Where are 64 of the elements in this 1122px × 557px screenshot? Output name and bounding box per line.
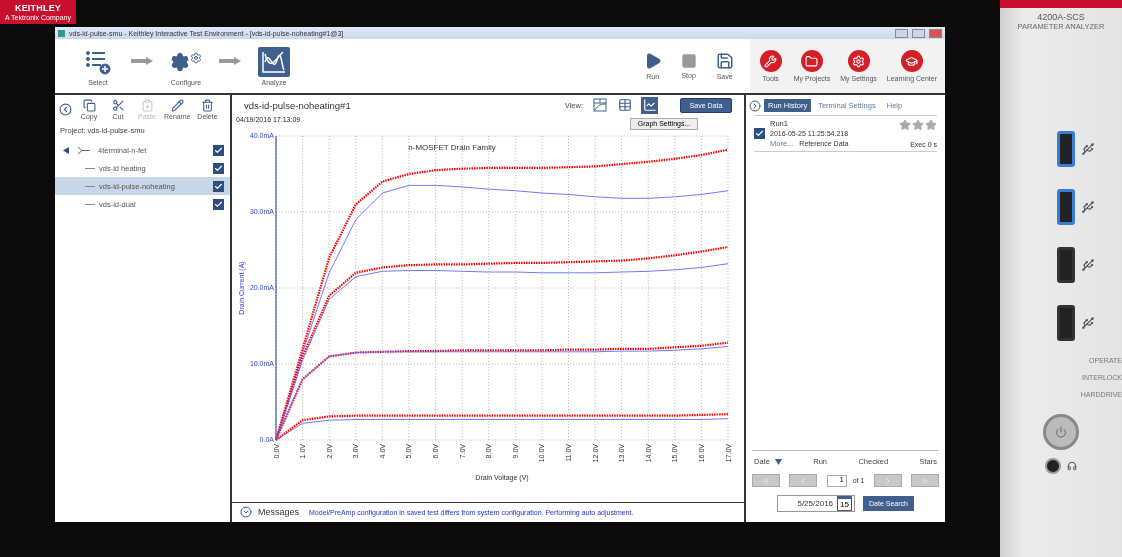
expanded-triangle-icon[interactable]	[63, 146, 70, 154]
maximize-button[interactable]	[912, 28, 925, 38]
star-icon[interactable]	[925, 119, 937, 131]
usb-port	[1057, 247, 1075, 283]
tree-branch-line	[85, 185, 95, 187]
view-button[interactable]	[641, 96, 658, 114]
fork-icon	[76, 145, 90, 155]
calendar-button[interactable]: 15	[837, 496, 853, 511]
step-arrow-icon	[131, 57, 153, 65]
headphone-jack	[1045, 458, 1061, 474]
pencil-icon	[170, 99, 184, 112]
usb-icon	[1081, 200, 1095, 214]
star-icon[interactable]	[899, 119, 911, 131]
next-page-button[interactable]	[873, 474, 902, 487]
logo-text: KEITHLEY	[14, 2, 62, 13]
minimize-button[interactable]	[895, 28, 908, 38]
power-button[interactable]	[1043, 414, 1079, 450]
line-chart-icon	[642, 98, 657, 113]
close-button[interactable]	[929, 28, 942, 38]
tree-branch-line	[85, 167, 95, 169]
usb-icon	[1081, 258, 1095, 272]
checkbox[interactable]	[213, 198, 224, 210]
usb-port	[1057, 189, 1075, 225]
usb-icon	[1081, 142, 1095, 156]
table-icon	[617, 98, 632, 113]
usb-port	[1057, 305, 1075, 341]
checkbox[interactable]	[213, 180, 224, 192]
date-field[interactable]: 5/25/2016	[797, 499, 834, 508]
stop-icon	[680, 53, 697, 69]
save-icon	[715, 52, 734, 70]
headphones-icon	[1067, 461, 1077, 471]
sort-down-icon[interactable]	[774, 458, 782, 465]
trash-icon	[200, 99, 214, 112]
chart-title: n-MOSFET Drain Family	[408, 142, 496, 152]
usb-port	[1057, 131, 1075, 167]
star-rating[interactable]	[899, 119, 937, 131]
app-icon	[58, 29, 65, 37]
usb-icon	[1081, 316, 1095, 330]
previous-page-button[interactable]	[789, 474, 818, 487]
back-icon[interactable]	[59, 103, 72, 116]
scissors-icon	[111, 99, 125, 112]
view-button[interactable]	[591, 96, 608, 114]
messages-label: Messages	[258, 507, 300, 518]
collapse-icon[interactable]	[749, 99, 761, 112]
checkbox[interactable]	[213, 162, 224, 174]
step-arrow-icon	[219, 57, 241, 65]
sheet-graph-icon	[592, 98, 607, 113]
star-icon[interactable]	[912, 119, 924, 131]
expand-icon[interactable]	[240, 506, 252, 519]
paste-icon	[140, 99, 154, 112]
test-title: vds-id-pulse-noheating#1	[244, 99, 352, 111]
graduation-cap-icon	[900, 50, 923, 72]
checkbox[interactable]	[754, 128, 765, 139]
settings-icon	[847, 50, 870, 72]
power-icon	[1055, 426, 1067, 438]
tree-branch-line	[85, 203, 95, 205]
double-chevron-right-icon	[920, 475, 930, 486]
wrench-icon	[759, 50, 782, 72]
folder-icon	[800, 50, 823, 72]
view-button[interactable]	[616, 96, 633, 114]
checkbox[interactable]	[213, 144, 224, 156]
model-label: 4200A-SCS	[1037, 12, 1085, 22]
copy-icon	[82, 99, 96, 112]
double-chevron-left-icon	[761, 475, 771, 486]
